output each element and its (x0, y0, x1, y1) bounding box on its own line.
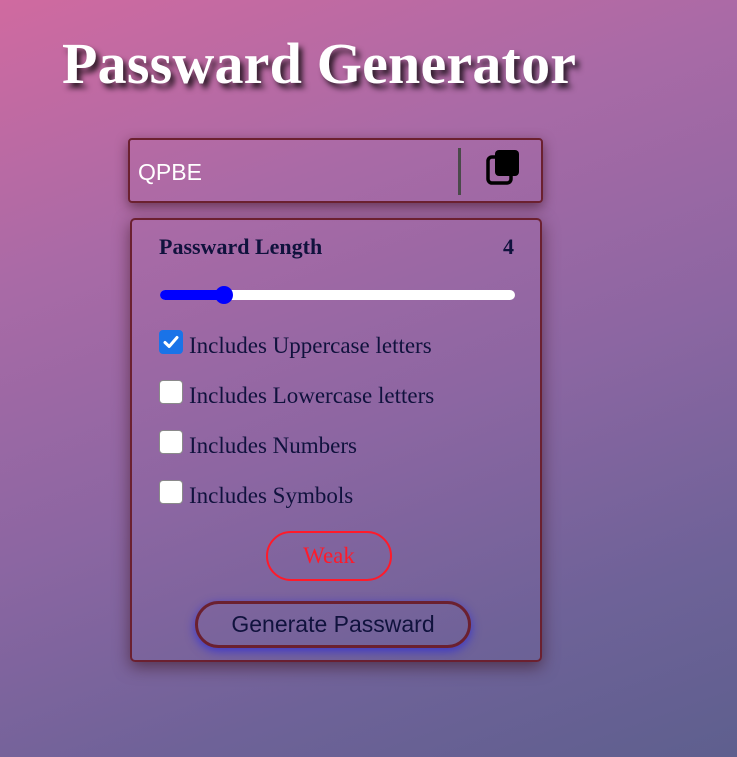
settings-panel: Passward Length 4 Includes Uppercase let… (130, 218, 542, 662)
password-display (128, 138, 543, 203)
lowercase-option[interactable]: Includes Lowercase letters (159, 380, 435, 410)
lowercase-label: Includes Lowercase letters (189, 383, 435, 408)
symbols-label: Includes Symbols (189, 483, 354, 508)
length-value: 4 (503, 234, 514, 259)
lowercase-checkbox[interactable] (159, 380, 183, 404)
divider (458, 148, 461, 195)
copy-icon (486, 150, 519, 185)
uppercase-label: Includes Uppercase letters (189, 333, 432, 358)
length-label: Passward Length (159, 234, 323, 259)
length-slider[interactable] (160, 286, 515, 304)
numbers-option[interactable]: Includes Numbers (159, 430, 357, 460)
checkmark-icon (163, 336, 179, 348)
uppercase-option[interactable]: Includes Uppercase letters (159, 330, 432, 360)
numbers-label: Includes Numbers (189, 433, 357, 458)
copy-button[interactable] (481, 146, 525, 190)
slider-thumb[interactable] (215, 286, 233, 304)
symbols-option[interactable]: Includes Symbols (159, 480, 354, 510)
uppercase-checkbox[interactable] (159, 330, 183, 354)
generate-password-button[interactable]: Generate Passward (195, 601, 471, 648)
page-title: Passward Generator (62, 31, 577, 96)
symbols-checkbox[interactable] (159, 480, 183, 504)
password-output-field[interactable] (138, 158, 438, 186)
strength-indicator: Weak (266, 531, 392, 581)
numbers-checkbox[interactable] (159, 430, 183, 454)
